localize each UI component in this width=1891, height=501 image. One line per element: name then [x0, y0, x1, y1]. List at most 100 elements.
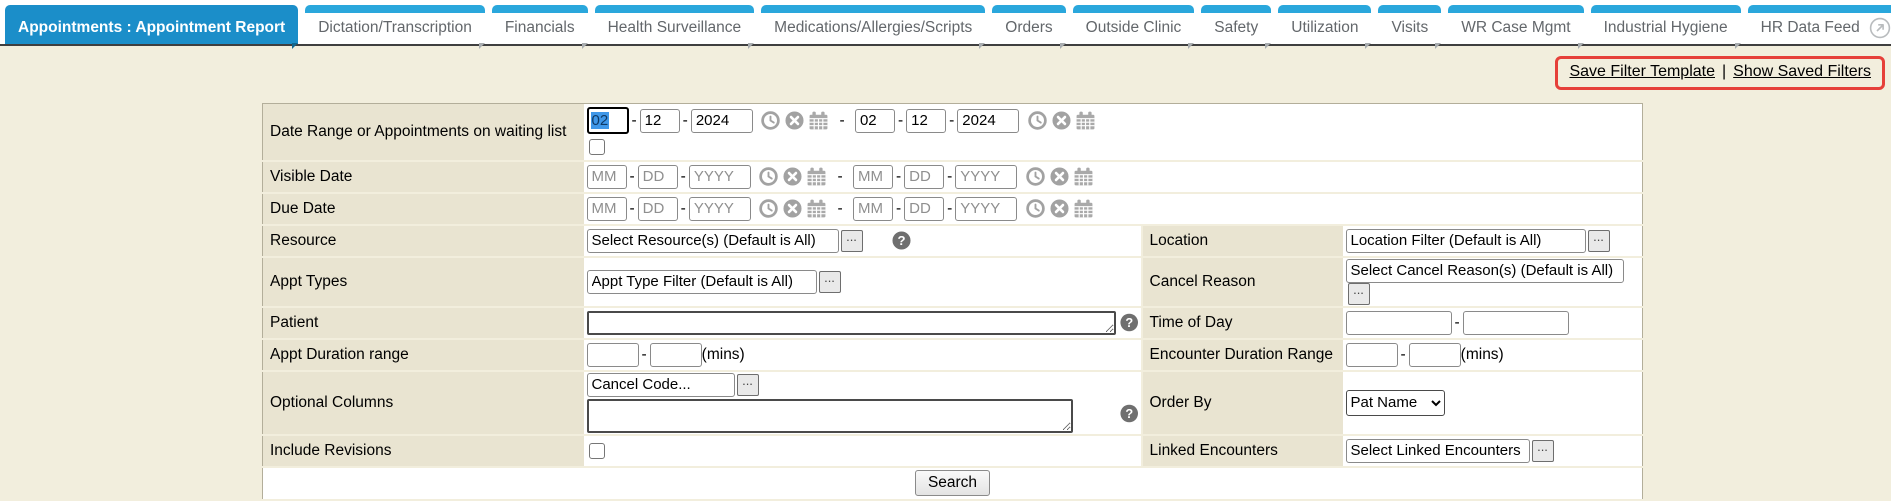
location-picker-button[interactable]: ... [1588, 230, 1610, 252]
clear-circle-icon[interactable] [784, 110, 805, 131]
tab-bar: Appointments : Appointment Report Dictat… [5, 5, 1891, 44]
due-from-day-input[interactable] [638, 197, 678, 221]
clock-icon[interactable] [1025, 166, 1046, 187]
clock-icon[interactable] [1027, 110, 1048, 131]
tab-label: Financials [505, 19, 575, 37]
tab-medications-allergies-scripts[interactable]: Medications/Allergies/Scripts [761, 5, 985, 44]
visible-to-day-input[interactable] [904, 165, 944, 189]
clear-circle-icon[interactable] [1049, 166, 1070, 187]
resource-input[interactable] [587, 229, 839, 253]
due-to-day-input[interactable] [904, 197, 944, 221]
help-icon[interactable] [1119, 312, 1139, 333]
due-from-year-input[interactable] [689, 197, 751, 221]
calendar-icon[interactable] [808, 110, 829, 131]
appt-duration-min-input[interactable] [587, 343, 639, 367]
calendar-icon[interactable] [1073, 198, 1094, 219]
clock-icon[interactable] [1025, 198, 1046, 219]
clock-icon[interactable] [758, 198, 779, 219]
appt-duration-max-input[interactable] [650, 343, 702, 367]
cancel-reason-picker-button[interactable]: ... [1348, 283, 1370, 305]
waiting-list-checkbox[interactable] [589, 139, 605, 155]
tab-dictation-transcription[interactable]: Dictation/Transcription [305, 5, 485, 44]
due-date-label: Due Date [263, 193, 584, 225]
cancel-reason-field: ... [1343, 257, 1643, 307]
date-separator: - [896, 168, 901, 185]
location-input[interactable] [1346, 229, 1586, 253]
time-of-day-start-input[interactable] [1346, 311, 1452, 335]
optional-columns-picker-button[interactable]: ... [737, 374, 759, 396]
calendar-icon[interactable] [1075, 110, 1096, 131]
tab-safety[interactable]: Safety [1201, 5, 1271, 44]
optional-columns-textarea[interactable] [587, 399, 1074, 433]
clock-icon[interactable] [760, 110, 781, 131]
appt-type-filter-input[interactable] [587, 270, 817, 294]
date-separator: - [630, 168, 635, 185]
calendar-icon[interactable] [806, 198, 827, 219]
time-of-day-end-input[interactable] [1463, 311, 1569, 335]
tab-financials[interactable]: Financials [492, 5, 588, 44]
due-to-year-input[interactable] [955, 197, 1017, 221]
date-range-from-year-input[interactable] [691, 109, 753, 133]
optional-columns-input[interactable] [587, 373, 735, 397]
appt-types-field: ... [584, 257, 1142, 307]
include-revisions-field [584, 435, 1142, 467]
tab-hr-data-feed[interactable]: HR Data Feed [1748, 5, 1891, 44]
save-filter-template-link[interactable]: Save Filter Template [1569, 63, 1715, 81]
tab-orders[interactable]: Orders [992, 5, 1065, 44]
calendar-icon[interactable] [806, 166, 827, 187]
visible-from-day-input[interactable] [638, 165, 678, 189]
linked-encounters-input[interactable] [1346, 439, 1530, 463]
patient-field [584, 307, 1142, 339]
clear-circle-icon[interactable] [782, 166, 803, 187]
visible-from-month-input[interactable] [587, 165, 627, 189]
range-separator: - [837, 200, 842, 217]
appointment-report-filter-form: Date Range or Appointments on waiting li… [262, 103, 1643, 501]
cancel-reason-input[interactable] [1346, 259, 1624, 283]
due-to-month-input[interactable] [853, 197, 893, 221]
tab-outside-clinic[interactable]: Outside Clinic [1073, 5, 1195, 44]
tab-health-surveillance[interactable]: Health Surveillance [595, 5, 755, 44]
tab-industrial-hygiene[interactable]: Industrial Hygiene [1591, 5, 1741, 44]
help-icon[interactable] [1119, 403, 1139, 424]
tab-utilization[interactable]: Utilization [1278, 5, 1371, 44]
clear-circle-icon[interactable] [1049, 198, 1070, 219]
order-by-label: Order By [1142, 371, 1343, 435]
date-separator: - [947, 200, 952, 217]
resource-picker-button[interactable]: ... [841, 230, 863, 252]
encounter-duration-label: Encounter Duration Range [1142, 339, 1343, 371]
calendar-icon[interactable] [1073, 166, 1094, 187]
due-from-month-input[interactable] [587, 197, 627, 221]
clear-circle-icon[interactable] [1051, 110, 1072, 131]
order-by-select[interactable]: Pat Name [1346, 390, 1445, 416]
encounter-duration-max-input[interactable] [1409, 343, 1461, 367]
linked-encounters-picker-button[interactable]: ... [1532, 440, 1554, 462]
appt-duration-label: Appt Duration range [263, 339, 584, 371]
external-link-icon [1869, 17, 1891, 39]
appt-duration-units: (mins) [702, 346, 745, 363]
visible-from-year-input[interactable] [689, 165, 751, 189]
date-range-from-day-input[interactable] [640, 109, 680, 133]
tab-visits[interactable]: Visits [1378, 5, 1441, 44]
date-range-to-year-input[interactable] [957, 109, 1019, 133]
date-range-from-month-input[interactable]: 02 [587, 107, 629, 134]
tab-label: Dictation/Transcription [318, 19, 472, 37]
optional-columns-field: ... [584, 371, 1142, 435]
visible-to-month-input[interactable] [853, 165, 893, 189]
encounter-duration-min-input[interactable] [1346, 343, 1398, 367]
visible-to-year-input[interactable] [955, 165, 1017, 189]
range-separator: - [642, 346, 647, 363]
tab-wr-case-mgmt[interactable]: WR Case Mgmt [1448, 5, 1583, 44]
date-range-to-month-input[interactable] [855, 109, 895, 133]
clear-circle-icon[interactable] [782, 198, 803, 219]
search-row: Search [263, 467, 1643, 500]
clock-icon[interactable] [758, 166, 779, 187]
patient-input[interactable] [587, 311, 1117, 335]
show-saved-filters-link[interactable]: Show Saved Filters [1733, 63, 1871, 81]
tab-appointments-report[interactable]: Appointments : Appointment Report [5, 5, 298, 44]
search-button[interactable]: Search [915, 470, 990, 496]
include-revisions-checkbox[interactable] [589, 443, 605, 459]
filter-links-highlight-box: Save Filter Template | Show Saved Filter… [1555, 56, 1885, 90]
date-range-to-day-input[interactable] [906, 109, 946, 133]
appt-type-picker-button[interactable]: ... [819, 271, 841, 293]
help-icon[interactable] [891, 230, 912, 251]
